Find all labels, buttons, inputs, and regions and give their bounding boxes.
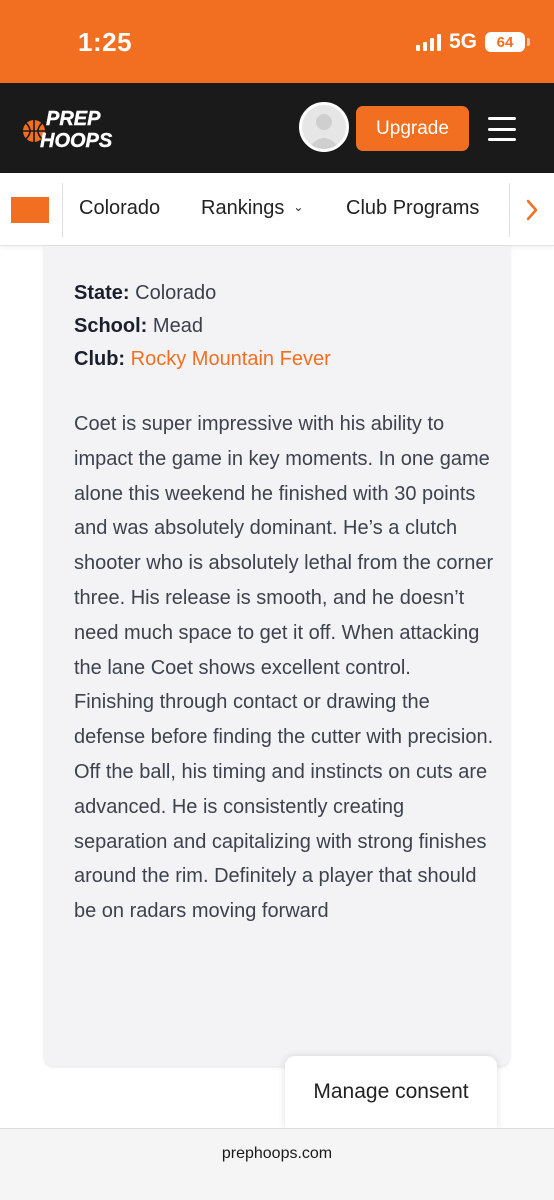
state-value: Colorado xyxy=(135,282,217,304)
status-time: 1:25 xyxy=(78,27,133,57)
nav-item-rankings[interactable]: Rankings ⌄ xyxy=(201,197,303,220)
menu-icon[interactable] xyxy=(488,117,516,141)
club-link[interactable]: Rocky Mountain Fever xyxy=(131,348,331,370)
manage-consent-button[interactable]: Manage consent xyxy=(285,1056,497,1128)
user-icon xyxy=(308,114,340,149)
school-row: School: Mead xyxy=(74,315,203,338)
nav-next-button[interactable] xyxy=(509,173,554,246)
club-label: Club: xyxy=(74,348,126,370)
upgrade-button[interactable]: Upgrade xyxy=(356,106,469,151)
battery-tip xyxy=(527,38,530,46)
network-type: 5G xyxy=(448,30,477,53)
nav-divider xyxy=(62,183,63,237)
browser-url-bar[interactable]: prephoops.com xyxy=(0,1128,554,1200)
player-bio: Coet is super impressive with his abilit… xyxy=(74,413,494,923)
chevron-right-icon xyxy=(526,199,537,220)
nav-item-colorado[interactable]: Colorado xyxy=(79,197,160,220)
colorado-state-icon[interactable] xyxy=(11,197,49,223)
prep-hoops-logo[interactable]: PREP HOOPS xyxy=(22,105,132,153)
state-row: State: Colorado xyxy=(74,282,216,305)
signal-bars-icon xyxy=(415,33,441,51)
url-text: prephoops.com xyxy=(221,1145,333,1162)
state-label: State: xyxy=(74,282,130,304)
logo-line2: HOOPS xyxy=(40,130,113,152)
nav-bar: Colorado Rankings ⌄ Club Programs xyxy=(0,173,554,246)
site-header: PREP HOOPS xyxy=(0,83,554,173)
school-value: Mead xyxy=(152,315,203,337)
avatar[interactable] xyxy=(299,102,349,152)
club-row: Club: Rocky Mountain Fever xyxy=(74,348,331,371)
status-bar: 1:25 5G 64 xyxy=(0,0,554,83)
nav-item-rankings-label: Rankings xyxy=(201,197,285,219)
chevron-down-icon: ⌄ xyxy=(293,200,304,214)
logo-line1: PREP xyxy=(46,108,101,130)
nav-item-club-programs[interactable]: Club Programs xyxy=(346,197,479,220)
status-indicators: 5G 64 xyxy=(415,30,530,54)
battery-icon: 64 xyxy=(485,32,525,52)
school-label: School: xyxy=(74,315,148,337)
